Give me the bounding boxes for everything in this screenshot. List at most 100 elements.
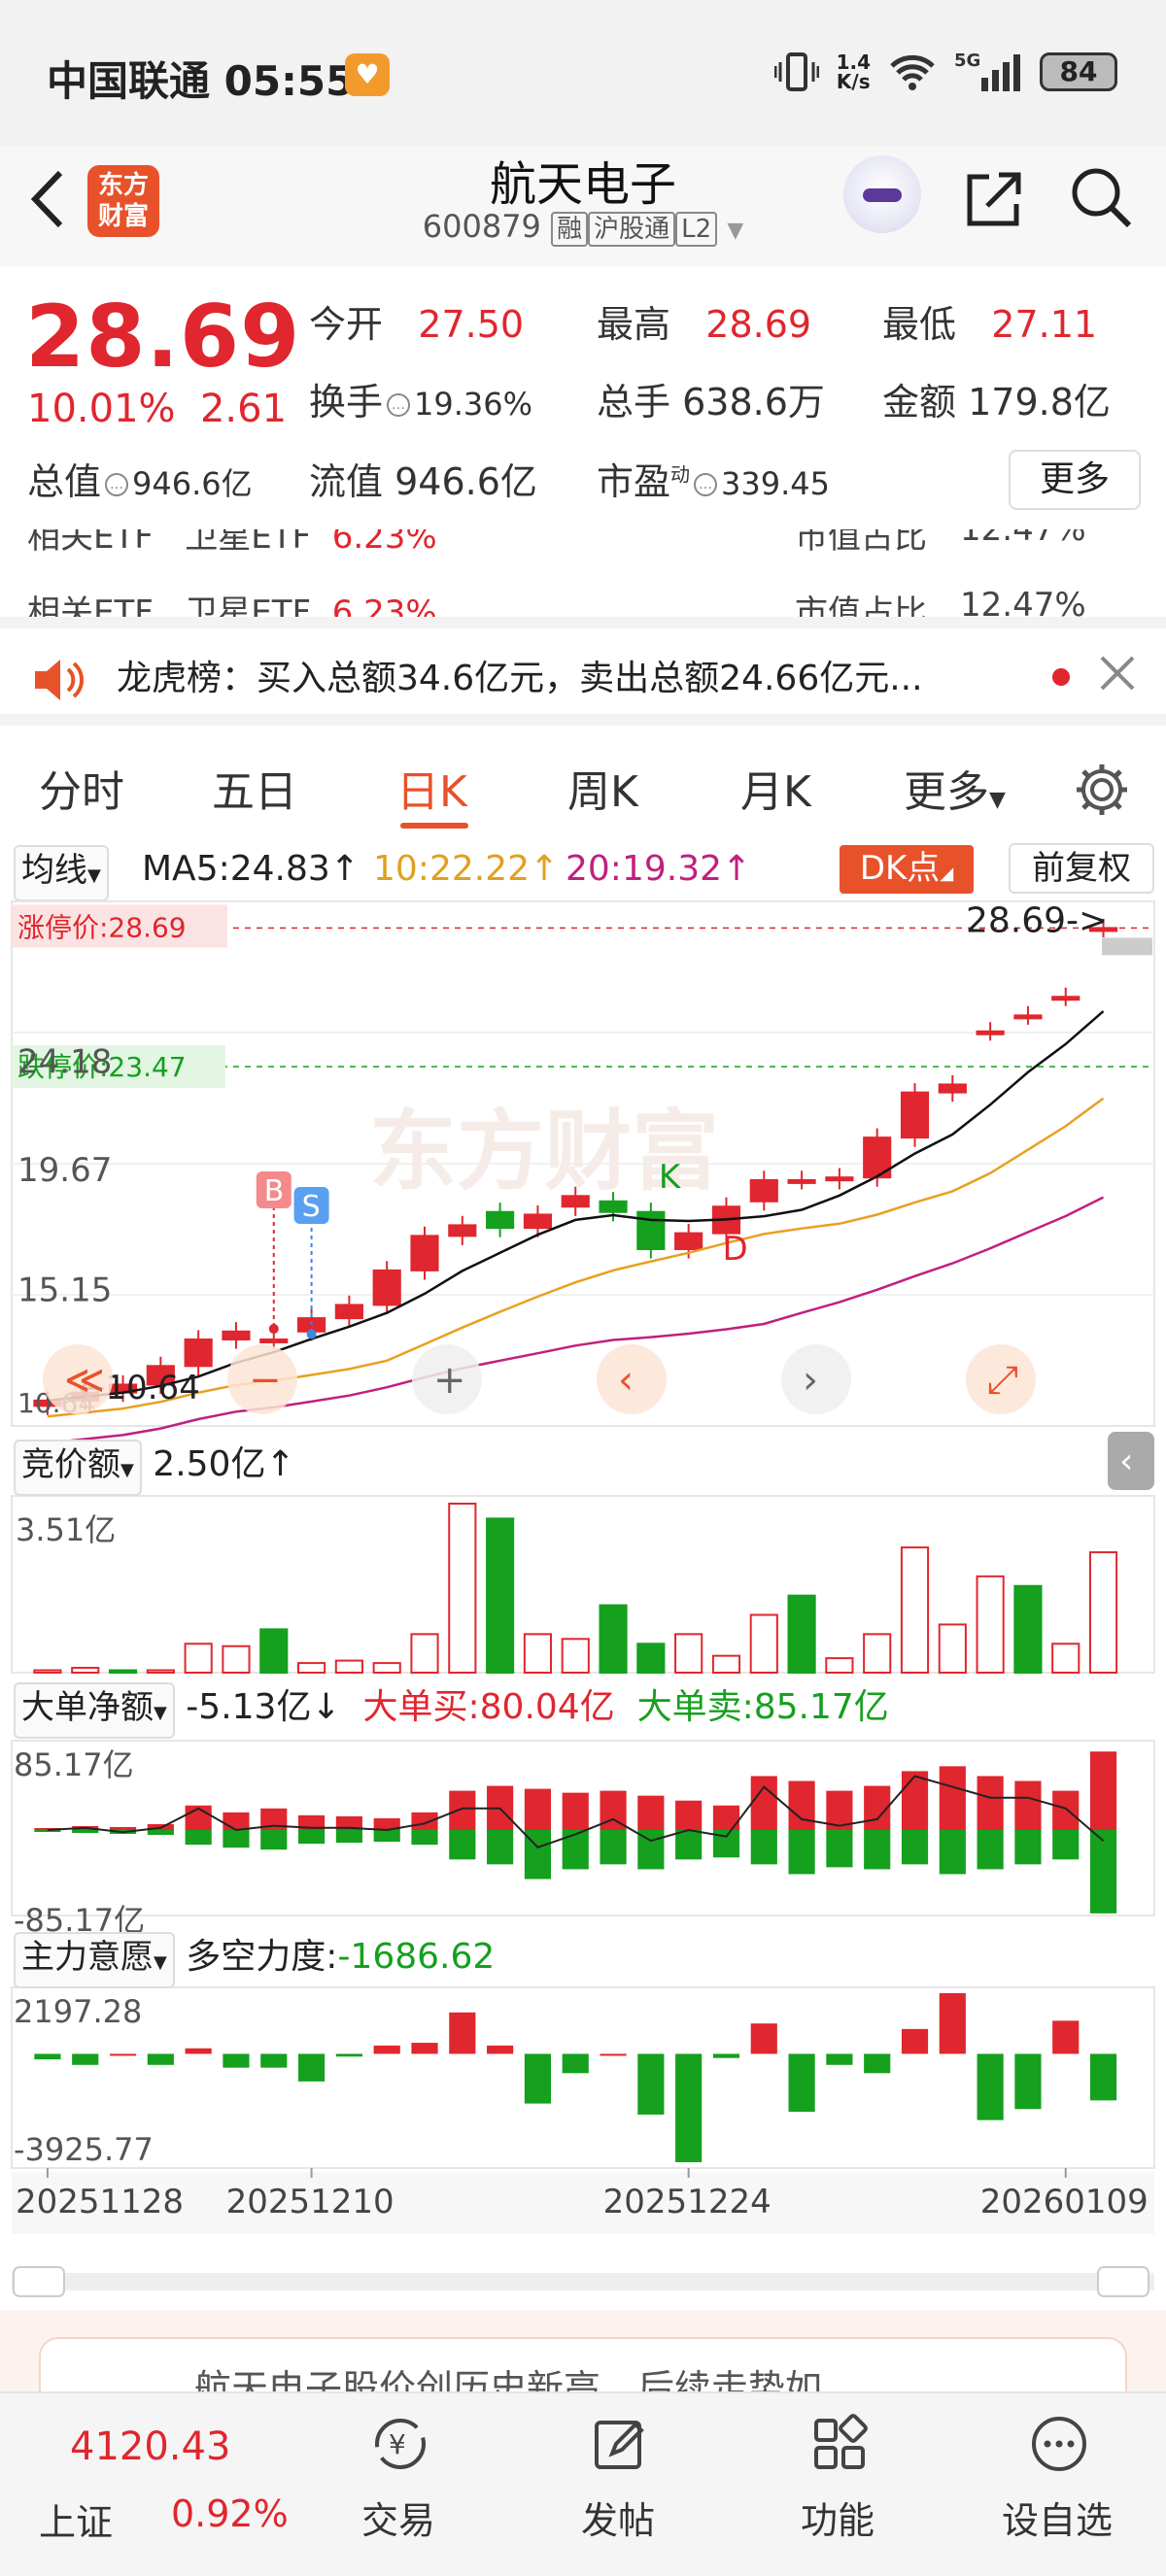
index-ticker[interactable]: 4120.43 上证 0.92% bbox=[0, 2393, 289, 2576]
auction-bar bbox=[787, 1594, 816, 1675]
y-axis-label: 15.15 bbox=[17, 1271, 112, 1310]
big-buy-bar bbox=[411, 1812, 438, 1830]
etf-row-2: 相关ETF 卫星ETF 6.23% 市值占比 12.47% bbox=[27, 586, 1086, 617]
big-sell-bar bbox=[826, 1830, 853, 1868]
big-sell-bar bbox=[185, 1830, 212, 1846]
auction-bar bbox=[938, 1623, 967, 1675]
ma20-line bbox=[47, 1196, 1105, 1444]
auction-bar bbox=[33, 1669, 62, 1674]
auction-bar bbox=[372, 1662, 401, 1674]
main-force-bar bbox=[524, 2053, 552, 2104]
main-force-bar bbox=[750, 2023, 777, 2054]
candle-body bbox=[448, 1224, 477, 1237]
expand-icon-glyph: ⤢ bbox=[987, 1358, 1018, 1403]
nav-functions[interactable]: 功能 bbox=[740, 2393, 935, 2576]
big-sell-bar bbox=[864, 1830, 891, 1870]
main-force-bar bbox=[901, 2028, 929, 2054]
scrollbar-track bbox=[12, 2273, 1154, 2290]
notice-banner[interactable]: 龙虎榜：买入总额34.6亿元，卖出总额24.66亿元... bbox=[0, 617, 1166, 726]
auction-bar bbox=[863, 1633, 892, 1674]
tab-weekly-k[interactable]: 周K bbox=[567, 757, 638, 819]
candle-body bbox=[259, 1338, 289, 1343]
share-icon[interactable] bbox=[960, 165, 1028, 233]
ma-select-dropdown[interactable]: 均线▼ bbox=[14, 845, 109, 901]
mcap-field: 总值… 946.6亿 bbox=[27, 460, 253, 503]
nav-trade[interactable]: ¥ 交易 bbox=[301, 2393, 496, 2576]
main-force-bar bbox=[109, 2053, 137, 2056]
auction-bar bbox=[561, 1638, 590, 1674]
amount-field: 金额 179.8亿 bbox=[882, 381, 1111, 424]
auction-select-dropdown[interactable]: 竞价额▼ bbox=[14, 1440, 142, 1496]
nav-post[interactable]: 发帖 bbox=[521, 2393, 715, 2576]
last-price-tab bbox=[1102, 937, 1152, 956]
turnover-field: 换手… 19.36% bbox=[309, 381, 533, 424]
big-sell-bar bbox=[1014, 1830, 1042, 1865]
main-force-bar bbox=[939, 1993, 966, 2054]
auction-bar bbox=[749, 1613, 778, 1674]
auction-max-label: 3.51亿 bbox=[16, 1511, 116, 1548]
dk-points-button[interactable]: DK点◢ bbox=[840, 845, 974, 894]
big-sell-bar bbox=[788, 1830, 815, 1875]
gear-icon[interactable] bbox=[1073, 761, 1131, 819]
big-buy-bar bbox=[1089, 1751, 1117, 1830]
auction-bar bbox=[976, 1575, 1005, 1674]
pe-field: 市盈动… 339.45 bbox=[597, 460, 830, 503]
main-force-bar bbox=[147, 2053, 174, 2065]
candle-body bbox=[674, 1232, 703, 1250]
kline-chart-area[interactable]: 东方财富 涨停价:28.69跌停价:23.4724.1819.6715.1510… bbox=[0, 899, 1166, 2318]
main-force-bar bbox=[185, 2048, 212, 2054]
svg-text:¥: ¥ bbox=[389, 2428, 406, 2460]
big-buy-bar bbox=[675, 1800, 703, 1830]
main-force-bar bbox=[826, 2053, 853, 2065]
scroll-handle-left[interactable] bbox=[13, 2266, 65, 2297]
plus-icon-glyph: + bbox=[433, 1358, 466, 1403]
vibrate-icon bbox=[773, 52, 819, 91]
big-sell-bar bbox=[750, 1830, 777, 1865]
buy-marker-dot bbox=[268, 1324, 279, 1335]
close-icon[interactable] bbox=[1096, 652, 1139, 695]
candle-body bbox=[523, 1213, 553, 1230]
battery-indicator: 84 bbox=[1040, 52, 1117, 91]
volume-field: 总手 638.6万 bbox=[597, 381, 825, 424]
main-force-bar bbox=[335, 2053, 362, 2057]
big-order-bar: 大单净额▼ -5.13亿↓ 大单买:80.04亿 大单卖:85.17亿 bbox=[14, 1678, 889, 1739]
nav-add-watchlist[interactable]: 设自选 bbox=[960, 2393, 1154, 2576]
tab-more[interactable]: 更多▼ bbox=[904, 757, 1006, 819]
period-tabs: 分时 五日 日K 周K 月K 更多▼ bbox=[0, 737, 1166, 834]
speaker-icon bbox=[35, 660, 85, 700]
date-label: 20260109 bbox=[980, 2183, 1149, 2221]
auction-bar bbox=[1088, 1551, 1118, 1674]
tab-intraday[interactable]: 分时 bbox=[39, 757, 124, 819]
big-order-max-label: 85.17亿 bbox=[14, 1746, 134, 1783]
auction-bar bbox=[1013, 1584, 1043, 1674]
promo-banner[interactable]: 航天电子股价创历史新高，后续走势如... bbox=[0, 2310, 1166, 2391]
tab-monthly-k[interactable]: 月K bbox=[740, 757, 811, 819]
chevron-left-icon: ‹ bbox=[1119, 1441, 1133, 1481]
big-buy-bar bbox=[1052, 1790, 1080, 1830]
chevron-left-icon-glyph: ‹ bbox=[618, 1358, 634, 1403]
big-order-select-dropdown[interactable]: 大单净额▼ bbox=[14, 1682, 175, 1739]
big-buy-bar bbox=[562, 1792, 589, 1830]
grid-icon bbox=[814, 2414, 868, 2469]
search-icon[interactable] bbox=[1067, 163, 1135, 231]
tab-five-day[interactable]: 五日 bbox=[212, 757, 297, 819]
candle-body bbox=[825, 1176, 854, 1182]
big-sell-bar bbox=[939, 1830, 966, 1875]
tab-daily-k[interactable]: 日K bbox=[396, 757, 467, 819]
limit-up-label: 涨停价:28.69 bbox=[17, 911, 187, 943]
scroll-handle-right[interactable] bbox=[1097, 2266, 1149, 2297]
zoom-out-icon-glyph: ≪ bbox=[64, 1358, 105, 1403]
date-label: 20251224 bbox=[603, 2183, 772, 2221]
ai-assistant-icon[interactable] bbox=[843, 155, 921, 233]
big-buy-bar bbox=[788, 1780, 815, 1830]
adjust-mode-button[interactable]: 前复权 bbox=[1009, 843, 1154, 894]
auction-bar bbox=[297, 1662, 326, 1674]
big-sell-bar bbox=[1089, 1830, 1117, 1914]
main-force-select-dropdown[interactable]: 主力意愿▼ bbox=[14, 1932, 175, 1988]
chevron-down-icon: ▼ bbox=[989, 788, 1006, 812]
d-point-marker: D bbox=[722, 1230, 747, 1269]
related-etf-row[interactable]: 相关ETF 卫星ETF 6.23% 市值占比 12.47% 相关ETF 卫星ETF … bbox=[0, 529, 1166, 617]
connect-tag: 沪股通 bbox=[588, 212, 676, 247]
more-button[interactable]: 更多 bbox=[1009, 450, 1141, 510]
index-change: 0.92% bbox=[171, 2492, 289, 2535]
